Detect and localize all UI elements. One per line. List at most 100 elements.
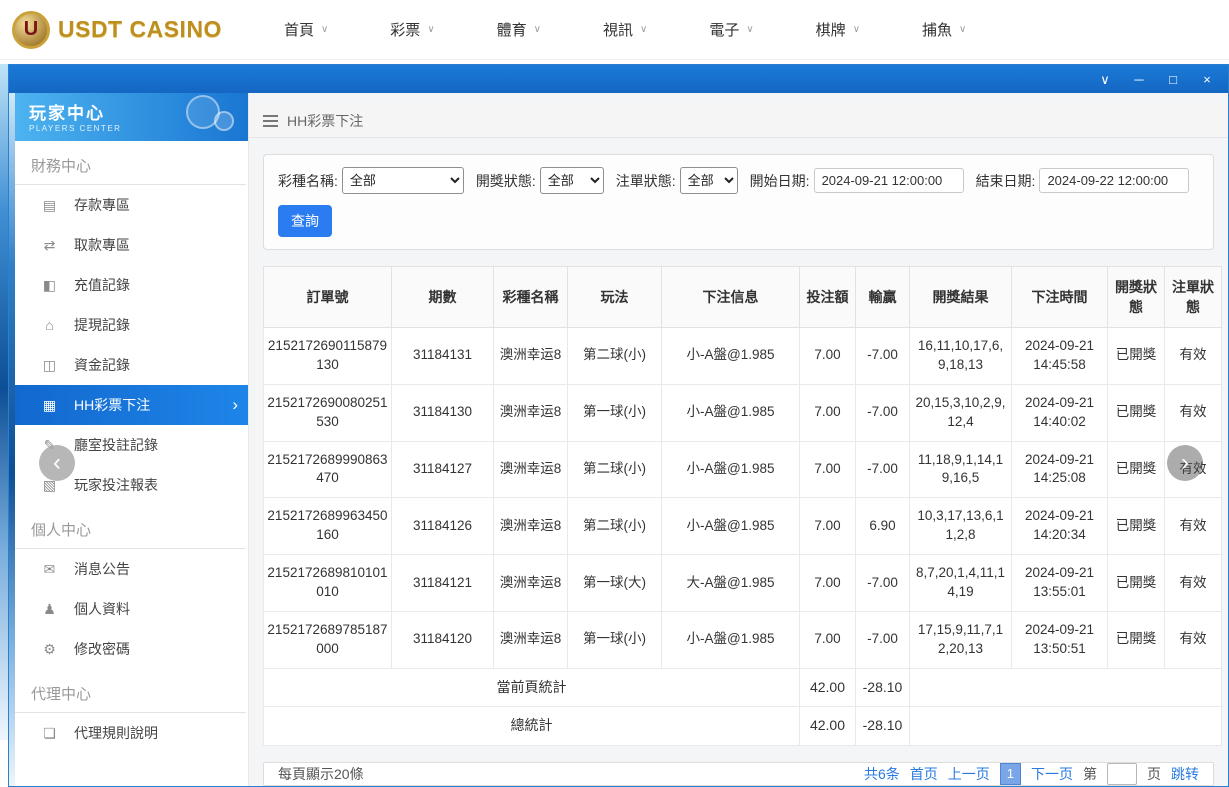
logo[interactable]: U USDT CASINO xyxy=(12,10,222,49)
total-count: 共6条 xyxy=(863,765,900,782)
cell-result: 16,11,10,17,6,9,18,13 xyxy=(909,327,1012,385)
order-status-label: 注單狀態: xyxy=(615,172,676,189)
cell-order_status: 有效 xyxy=(1164,497,1222,556)
nav-cards-label: 棋牌 xyxy=(815,22,846,39)
sidebar-item-funds-records[interactable]: ◫ 資金記錄 xyxy=(15,345,248,385)
cell-game: 澳洲幸运8 xyxy=(493,327,568,385)
cell-period: 31184126 xyxy=(391,497,494,556)
nav-slots[interactable]: 電子 ∨ xyxy=(709,19,753,40)
next-page-link[interactable]: 下一页 xyxy=(1031,764,1073,784)
cell-play: 第二球(小) xyxy=(567,440,662,499)
jump-prefix-label: 第 xyxy=(1083,765,1097,782)
chevron-down-icon: ∨ xyxy=(427,24,435,35)
cell-play: 第一球(小) xyxy=(567,383,662,442)
cell-play: 第二球(小) xyxy=(567,327,662,385)
cell-order: 2152172690115879130 xyxy=(263,327,392,385)
cell-bet_info: 小-A盤@1.985 xyxy=(661,497,800,556)
cell-result: 10,3,17,13,6,11,2,8 xyxy=(909,497,1012,556)
menu-toggle-icon[interactable] xyxy=(263,115,278,127)
sidebar-item-announcements[interactable]: ✉ 消息公告 xyxy=(15,549,248,589)
sidebar-item-hh-lottery-bets[interactable]: ▦ HH彩票下注 › xyxy=(15,385,248,425)
app-window: ∨ ─ □ × 玩家中心 PLAYERS CENTER 財務中心 ▤ 存款專區 ⇄ 取款… xyxy=(8,64,1229,787)
nav-video-label: 視訊 xyxy=(602,22,633,39)
table-row: 2152172689990863470 31184127 澳洲幸运8 第二球(小) 小-… xyxy=(263,440,1222,499)
order-status-filter-group: 注單狀態: 全部 xyxy=(616,167,738,194)
sidebar-item-withdraw-area[interactable]: ⇄ 取款專區 xyxy=(15,225,248,265)
summary-label: 總統計 xyxy=(263,706,800,746)
start-date-label: 開始日期: xyxy=(749,172,810,189)
sidebar-item-recharge-records[interactable]: ◧ 充值記錄 xyxy=(15,265,248,305)
sidebar-item-profile[interactable]: ♟ 個人資料 xyxy=(15,589,248,629)
page-jump-input[interactable] xyxy=(1107,762,1137,785)
cell-period: 31184127 xyxy=(391,440,494,499)
nav-home-label: 首頁 xyxy=(283,22,314,39)
chevron-down-icon: ∨ xyxy=(320,24,329,35)
sidebar-item-label: 廳室投註記錄 xyxy=(74,437,158,453)
start-date-group: 開始日期: xyxy=(750,168,964,193)
summary-amount: 42.00 xyxy=(799,706,856,746)
cell-result: 20,15,3,10,2,9,12,4 xyxy=(909,383,1012,442)
sidebar-item-change-password[interactable]: ⚙ 修改密碼 xyxy=(15,629,248,669)
column-header: 注單狀態 xyxy=(1164,266,1222,328)
nav-cards[interactable]: 棋牌 ∨ xyxy=(816,19,860,40)
window-minimize-icon[interactable]: ─ xyxy=(1132,73,1146,86)
table-row: 2152172690080251530 31184130 澳洲幸运8 第一球(小) 小-… xyxy=(263,383,1222,442)
scroll-left-icon[interactable]: ‹ xyxy=(39,445,75,481)
current-page-indicator[interactable]: 1 xyxy=(999,762,1021,785)
cell-draw_status: 已開獎 xyxy=(1107,440,1165,499)
jump-button[interactable]: 跳转 xyxy=(1171,764,1199,784)
lottery-name-select[interactable]: 全部 xyxy=(341,167,464,194)
end-date-label: 結束日期: xyxy=(975,172,1036,189)
nav-fishing-label: 捕魚 xyxy=(922,22,953,39)
cell-game: 澳洲幸运8 xyxy=(493,383,568,442)
prev-page-link[interactable]: 上一页 xyxy=(948,764,990,784)
sidebar-item-withdrawal-records[interactable]: ⌂ 提現記錄 xyxy=(15,305,248,345)
chevron-down-icon: ∨ xyxy=(533,24,541,35)
search-button[interactable]: 查詢 xyxy=(278,205,332,237)
cell-period: 31184131 xyxy=(391,327,494,385)
order-status-select[interactable]: 全部 xyxy=(679,167,738,194)
column-header: 投注額 xyxy=(799,266,856,328)
jump-suffix-label: 页 xyxy=(1147,765,1161,782)
cell-bet_info: 小-A盤@1.985 xyxy=(661,610,800,669)
column-header: 下注時間 xyxy=(1011,266,1108,328)
summary-empty xyxy=(909,706,1222,746)
cell-amount: 7.00 xyxy=(799,383,856,442)
logo-text: USDT CASINO xyxy=(58,16,222,42)
lottery-name-label: 彩種名稱: xyxy=(278,172,338,189)
nav-fishing[interactable]: 捕魚 ∨ xyxy=(922,19,966,40)
chevron-right-icon: › xyxy=(232,395,238,414)
content-area: 彩種名稱: 全部 開獎狀態: 全部 注單狀態: 全部 開始日期: 2024-09… xyxy=(249,138,1228,786)
table-header-row: 訂單號 期數 彩種名稱 玩法 下注信息 投注額 輸贏 開獎結果 下注時間 開獎狀態 注單狀態 xyxy=(263,266,1222,328)
cell-play: 第二球(小) xyxy=(567,497,662,556)
filter-panel: 彩種名稱: 全部 開獎狀態: 全部 注單狀態: 全部 開始日期: 2024-09… xyxy=(263,154,1214,250)
sidebar-section-header: 個人中心 xyxy=(15,505,246,549)
cell-period: 31184120 xyxy=(391,610,494,669)
cell-time: 2024-09-21 14:45:58 xyxy=(1011,327,1108,385)
cell-bet_info: 小-A盤@1.985 xyxy=(661,383,800,442)
table-row: 2152172689810101010 31184121 澳洲幸运8 第一球(大) 大-… xyxy=(263,554,1222,612)
bets-table: 訂單號 期數 彩種名稱 玩法 下注信息 投注額 輸贏 開獎結果 下注時間 開獎狀態 注單狀態 215… xyxy=(263,266,1222,746)
nav-home[interactable]: 首頁 ∨ xyxy=(284,19,328,40)
sidebar-item-label: 取款專區 xyxy=(74,237,130,253)
nav-lottery[interactable]: 彩票 ∨ xyxy=(390,19,434,40)
window-body: 玩家中心 PLAYERS CENTER 財務中心 ▤ 存款專區 ⇄ 取款專區 ◧ 充值記錄 ⌂… xyxy=(9,93,1228,786)
first-page-link[interactable]: 首页 xyxy=(910,764,938,784)
window-collapse-icon[interactable]: ∨ xyxy=(1098,73,1112,86)
table-row: 2152172689963450160 31184126 澳洲幸运8 第二球(小) 小-… xyxy=(263,497,1222,556)
nav-video[interactable]: 視訊 ∨ xyxy=(603,19,647,40)
end-date-input[interactable] xyxy=(1039,168,1190,193)
sidebar-item-deposit-area[interactable]: ▤ 存款專區 xyxy=(15,185,248,225)
draw-status-select[interactable]: 全部 xyxy=(539,167,604,194)
draw-status-label: 開獎狀態: xyxy=(475,172,536,189)
window-maximize-icon[interactable]: □ xyxy=(1166,73,1180,86)
sidebar-item-agent-rules[interactable]: ❏ 代理規則說明 xyxy=(15,713,248,753)
cell-winloss: -7.00 xyxy=(855,610,910,669)
cell-time: 2024-09-21 13:55:01 xyxy=(1011,554,1108,612)
scroll-right-icon[interactable]: › xyxy=(1167,445,1203,481)
cell-result: 17,15,9,11,7,12,20,13 xyxy=(909,610,1012,669)
window-close-icon[interactable]: × xyxy=(1200,73,1214,86)
start-date-input[interactable] xyxy=(813,168,964,193)
nav-sports[interactable]: 體育 ∨ xyxy=(497,19,541,40)
cell-draw_status: 已開獎 xyxy=(1107,327,1165,385)
